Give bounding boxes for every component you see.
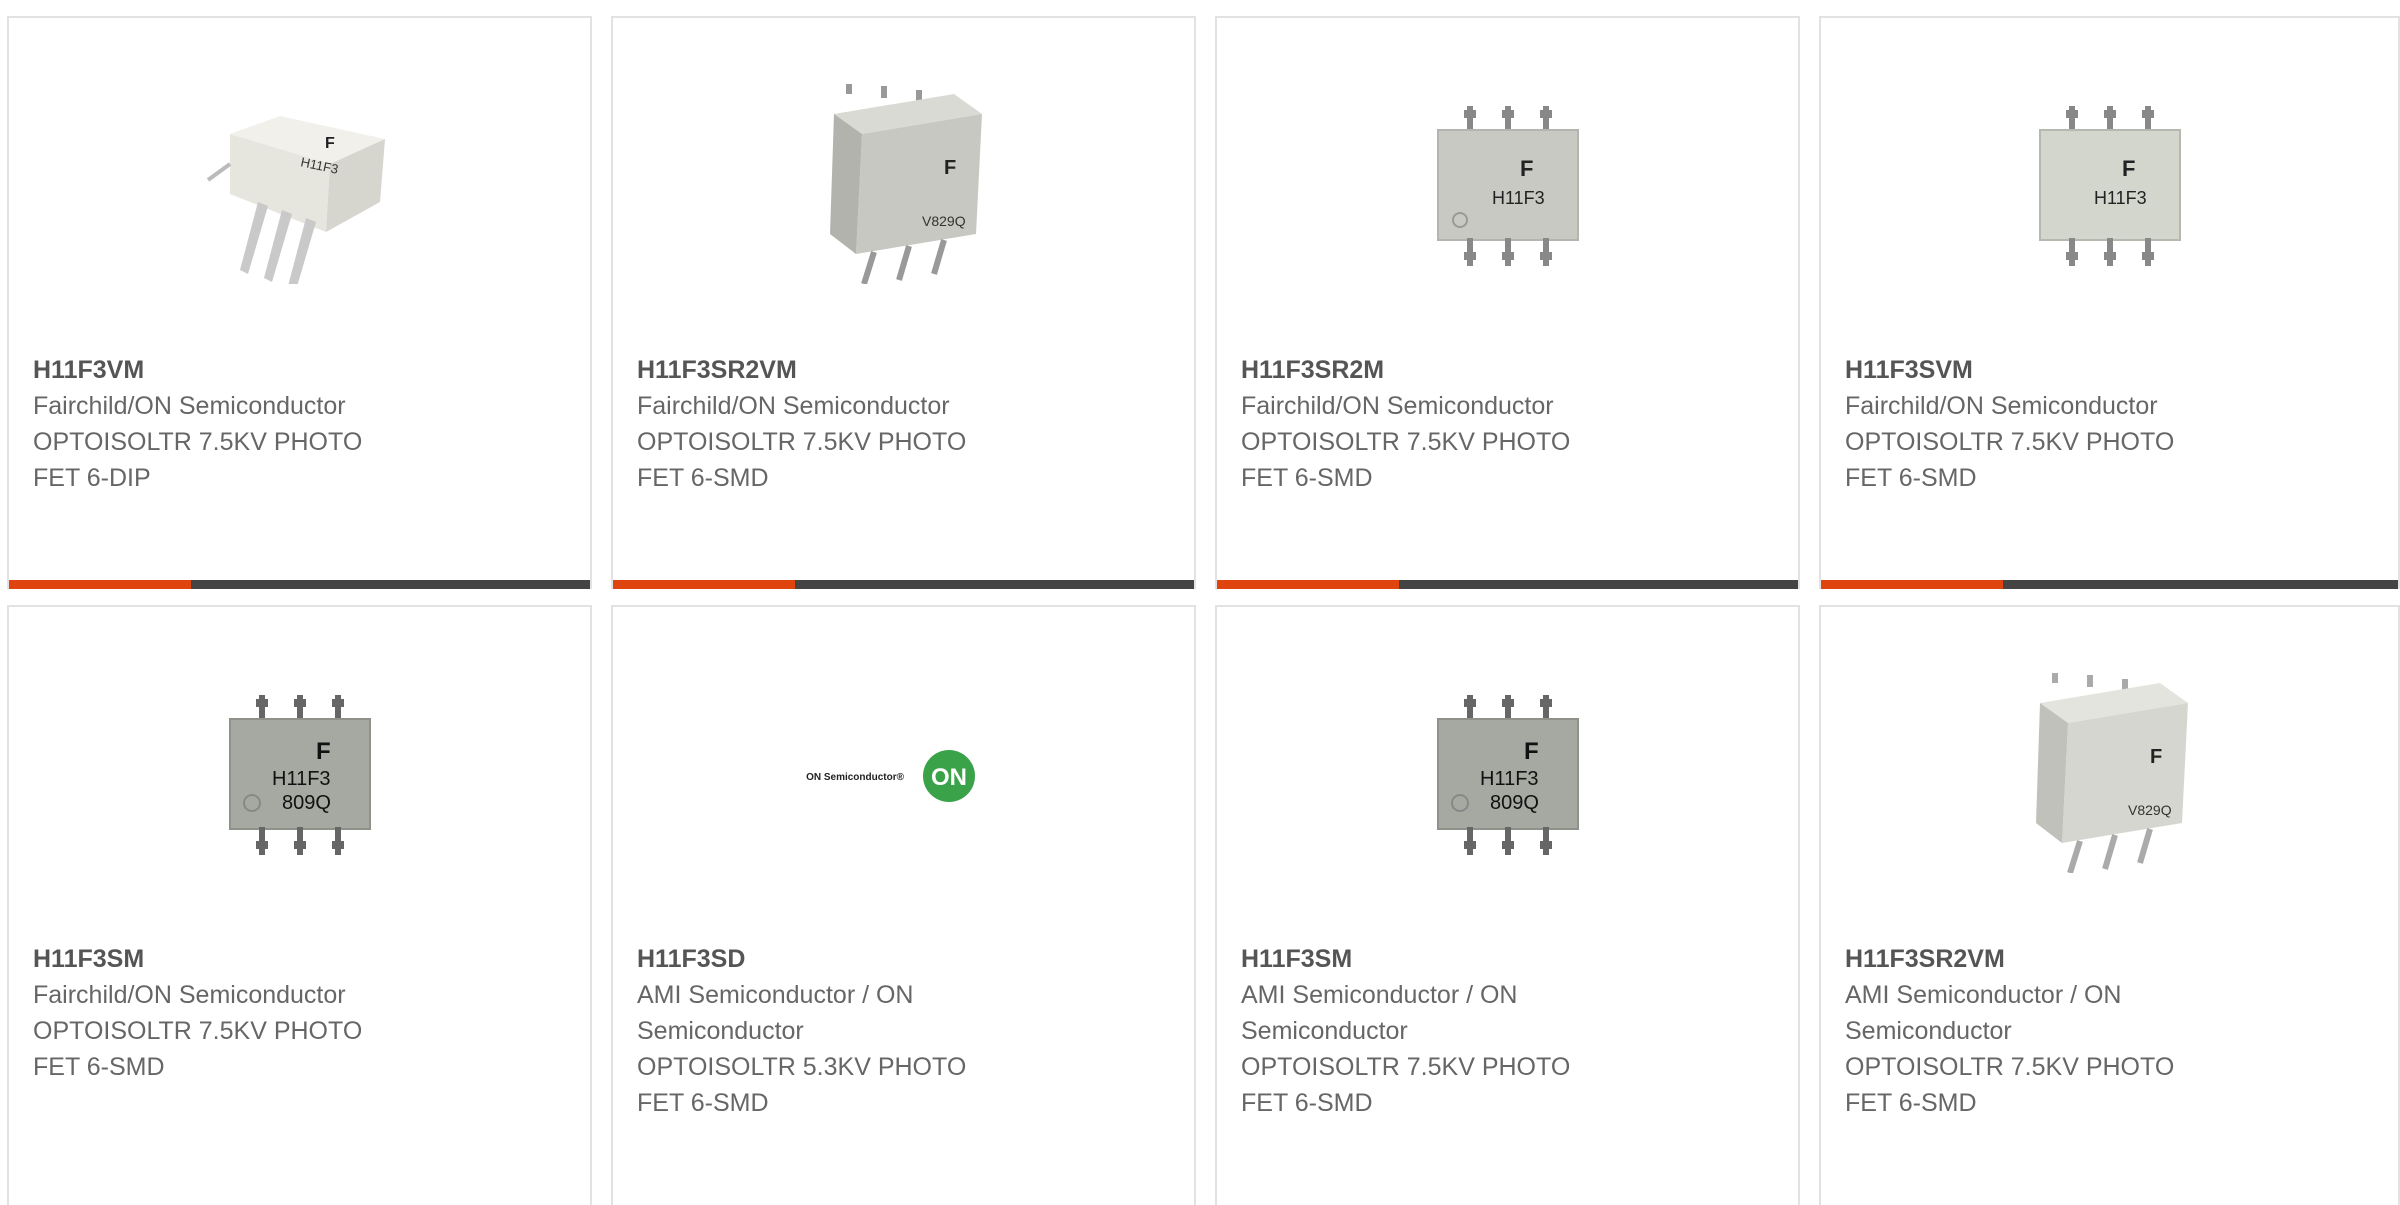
- description-line: FET 6-DIP: [33, 464, 151, 492]
- manufacturer-continued: Semiconductor: [1845, 1017, 2012, 1045]
- product-image[interactable]: F V829Q: [2009, 673, 2210, 873]
- accent-bar: [9, 580, 191, 589]
- svg-text:H11F3: H11F3: [272, 768, 331, 790]
- on-semiconductor-logo: ON Semiconductor® ON: [806, 750, 975, 802]
- smd6-top-dark-component-icon: F H11F3 809Q: [1436, 695, 1579, 855]
- card-bottom-bar: [9, 580, 590, 589]
- smd6-top-component-icon: F H11F3: [2038, 106, 2181, 266]
- description-line: OPTOISOLTR 7.5KV PHOTO: [1241, 428, 1571, 456]
- product-image[interactable]: F V829Q: [803, 84, 1004, 284]
- accent-bar: [1821, 580, 2003, 589]
- product-image[interactable]: F H11F3: [1407, 84, 1608, 284]
- svg-text:809Q: 809Q: [1490, 792, 1539, 814]
- description-line: OPTOISOLTR 7.5KV PHOTO: [1241, 1053, 1571, 1081]
- svg-text:ON: ON: [931, 764, 967, 791]
- product-card[interactable]: F H11F3 H11F3VM Fairchild/ON Semiconduct…: [7, 16, 592, 589]
- manufacturer: Fairchild/ON Semiconductor: [33, 981, 346, 1009]
- part-number[interactable]: H11F3SR2VM: [637, 352, 1174, 388]
- svg-text:F: F: [1520, 156, 1533, 181]
- part-number[interactable]: H11F3SR2VM: [1845, 941, 2378, 977]
- accent-bar: [1217, 580, 1399, 589]
- manufacturer: AMI Semiconductor / ON: [1845, 981, 2122, 1009]
- product-card[interactable]: F H11F3 H11F3SR2M Fairchild/ON Semicondu…: [1215, 16, 1800, 589]
- manufacturer: Fairchild/ON Semiconductor: [33, 392, 346, 420]
- product-image[interactable]: F H11F3: [2009, 84, 2210, 284]
- dip6-angled-component-icon: F H11F3: [206, 116, 385, 284]
- manufacturer: AMI Semiconductor / ON: [637, 981, 914, 1009]
- description-line: OPTOISOLTR 7.5KV PHOTO: [1845, 428, 2175, 456]
- manufacturer-continued: Semiconductor: [1241, 1017, 1408, 1045]
- product-card[interactable]: ON Semiconductor® ON H11F3SD AMI Semicon…: [611, 605, 1196, 1205]
- card-bottom-bar: [1821, 580, 2398, 589]
- part-number[interactable]: H11F3VM: [33, 352, 570, 388]
- svg-text:809Q: 809Q: [282, 792, 331, 814]
- product-card[interactable]: F V829Q H11F3SR2VM Fairchild/ON Semicond…: [611, 16, 1196, 589]
- manufacturer: Fairchild/ON Semiconductor: [637, 392, 950, 420]
- product-card[interactable]: F H11F3 809Q H11F3SM Fairchild/ON Semico…: [7, 605, 592, 1205]
- svg-text:F: F: [316, 738, 331, 765]
- part-number[interactable]: H11F3SVM: [1845, 352, 2378, 388]
- description-line: FET 6-SMD: [1845, 464, 1977, 492]
- product-image[interactable]: F H11F3: [199, 84, 400, 284]
- smd6-angled-component-icon: F V829Q: [2035, 673, 2188, 873]
- description-line: OPTOISOLTR 7.5KV PHOTO: [637, 428, 967, 456]
- svg-text:F: F: [2122, 156, 2135, 181]
- description-line: FET 6-SMD: [1241, 1089, 1373, 1117]
- description-line: FET 6-SMD: [1241, 464, 1373, 492]
- svg-text:H11F3: H11F3: [1480, 768, 1539, 790]
- svg-text:V829Q: V829Q: [922, 213, 966, 229]
- part-number[interactable]: H11F3SR2M: [1241, 352, 1778, 388]
- manufacturer: Fairchild/ON Semiconductor: [1241, 392, 1554, 420]
- svg-text:F: F: [1524, 738, 1539, 765]
- card-bottom-bar: [1217, 580, 1798, 589]
- description-line: FET 6-SMD: [33, 1053, 165, 1081]
- part-number[interactable]: H11F3SD: [637, 941, 1174, 977]
- description-line: FET 6-SMD: [637, 464, 769, 492]
- product-card[interactable]: F V829Q H11F3SR2VM AMI Semiconductor / O…: [1819, 605, 2400, 1205]
- svg-text:V829Q: V829Q: [2128, 802, 2172, 818]
- card-bottom-bar: [613, 580, 1194, 589]
- smd6-top-dark-component-icon: F H11F3 809Q: [228, 695, 371, 855]
- smd6-top-component-icon: F H11F3: [1436, 106, 1579, 266]
- svg-text:F: F: [944, 157, 956, 179]
- svg-text:H11F3: H11F3: [2094, 188, 2147, 208]
- product-card[interactable]: F H11F3 809Q H11F3SM AMI Semiconductor /…: [1215, 605, 1800, 1205]
- description-line: OPTOISOLTR 5.3KV PHOTO: [637, 1053, 967, 1081]
- smd6-angled-component-icon: F V829Q: [829, 84, 982, 284]
- svg-text:H11F3: H11F3: [1492, 188, 1545, 208]
- svg-text:F: F: [2150, 746, 2162, 768]
- svg-text:F: F: [325, 135, 335, 152]
- manufacturer: AMI Semiconductor / ON: [1241, 981, 1518, 1009]
- part-number[interactable]: H11F3SM: [33, 941, 570, 977]
- description-line: FET 6-SMD: [1845, 1089, 1977, 1117]
- product-image[interactable]: F H11F3 809Q: [199, 673, 400, 873]
- product-image[interactable]: ON Semiconductor® ON: [773, 673, 1034, 873]
- product-grid: F H11F3 H11F3VM Fairchild/ON Semiconduct…: [0, 0, 2400, 1205]
- description-line: OPTOISOLTR 7.5KV PHOTO: [1845, 1053, 2175, 1081]
- part-number[interactable]: H11F3SM: [1241, 941, 1778, 977]
- manufacturer: Fairchild/ON Semiconductor: [1845, 392, 2158, 420]
- description-line: FET 6-SMD: [637, 1089, 769, 1117]
- description-line: OPTOISOLTR 7.5KV PHOTO: [33, 428, 363, 456]
- svg-text:ON Semiconductor®: ON Semiconductor®: [806, 772, 905, 783]
- accent-bar: [613, 580, 795, 589]
- product-card[interactable]: F H11F3 H11F3SVM Fairchild/ON Semiconduc…: [1819, 16, 2400, 589]
- product-image[interactable]: F H11F3 809Q: [1407, 673, 1608, 873]
- description-line: OPTOISOLTR 7.5KV PHOTO: [33, 1017, 363, 1045]
- manufacturer-continued: Semiconductor: [637, 1017, 804, 1045]
